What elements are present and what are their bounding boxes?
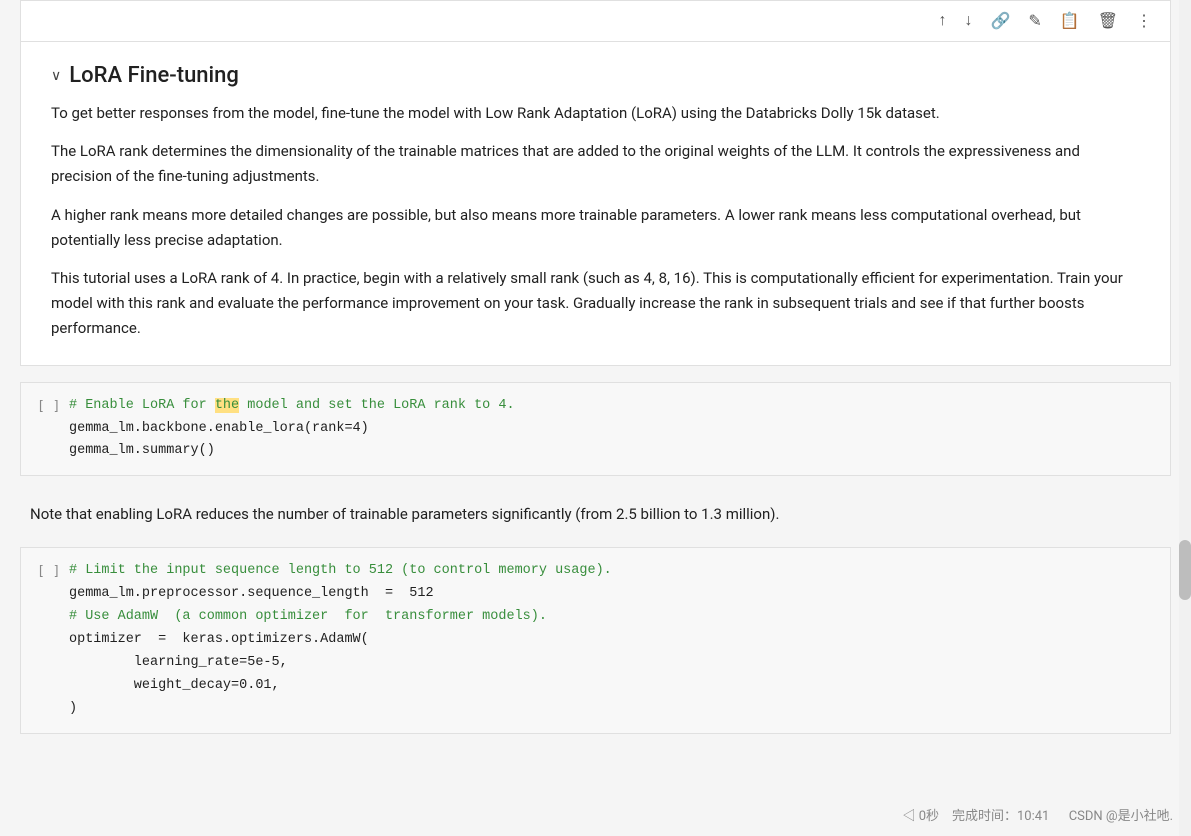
edit-button[interactable]: ✎ bbox=[1022, 7, 1047, 35]
code-line-2-4: optimizer = keras.optimizers.AdamW( bbox=[69, 629, 1154, 652]
cell-header: ∨ LoRA Fine-tuning bbox=[51, 62, 1140, 91]
section-title: LoRA Fine-tuning bbox=[69, 62, 239, 91]
cell-toolbar: ↑ ↓ 🔗 ✎ 📋 🗑 ⋮ bbox=[20, 0, 1171, 41]
code-line-2-3: # Use AdamW (a common optimizer for tran… bbox=[69, 606, 1154, 629]
footer-time-label: 完成时间：10:41 bbox=[952, 809, 1049, 824]
move-down-button[interactable]: ↓ bbox=[958, 8, 978, 34]
code-line-1-2: gemma_lm.backbone.enable_lora(rank=4) bbox=[69, 418, 1154, 441]
collapse-chevron[interactable]: ∨ bbox=[51, 65, 61, 87]
code-cell-1-inner: [ ] # Enable LoRA for the model and set … bbox=[21, 383, 1170, 476]
code-line-2-1: # Limit the input sequence length to 512… bbox=[69, 560, 1154, 583]
paragraph-2: The LoRA rank determines the dimensional… bbox=[51, 139, 1140, 189]
code-line-2-5: learning_rate=5e-5, bbox=[69, 652, 1154, 675]
code-block-2[interactable]: # Limit the input sequence length to 512… bbox=[69, 560, 1154, 721]
delete-button[interactable]: 🗑 bbox=[1092, 7, 1124, 35]
paragraph-4: This tutorial uses a LoRA rank of 4. In … bbox=[51, 266, 1140, 340]
cell-counter-2: [ ] bbox=[37, 560, 69, 583]
scrollbar-track bbox=[1179, 0, 1191, 836]
code-line-2-6: weight_decay=0.01, bbox=[69, 675, 1154, 698]
code-line-2-7: ) bbox=[69, 698, 1154, 721]
page-footer: ◁ 0秒 完成时间：10:41 CSDN @是小社吔. bbox=[903, 807, 1173, 828]
code-line-1-1: # Enable LoRA for the model and set the … bbox=[69, 395, 1154, 418]
cell-counter-1: [ ] bbox=[37, 395, 69, 418]
code-block-1[interactable]: # Enable LoRA for the model and set the … bbox=[69, 395, 1154, 464]
footer-timer: ◁ 0秒 bbox=[903, 809, 940, 824]
code-cell-2: [ ] # Limit the input sequence length to… bbox=[20, 547, 1171, 734]
markdown-cell: ∨ LoRA Fine-tuning To get better respons… bbox=[20, 41, 1171, 366]
note-paragraph: Note that enabling LoRA reduces the numb… bbox=[20, 494, 1171, 531]
paragraph-1: To get better responses from the model, … bbox=[51, 101, 1140, 126]
code-line-2-2: gemma_lm.preprocessor.sequence_length = … bbox=[69, 583, 1154, 606]
paragraph-3: A higher rank means more detailed change… bbox=[51, 203, 1140, 253]
copy-button[interactable]: 📋 bbox=[1054, 7, 1086, 35]
link-button[interactable]: 🔗 bbox=[984, 7, 1016, 35]
more-button[interactable]: ⋮ bbox=[1130, 7, 1158, 35]
scrollbar-thumb[interactable] bbox=[1179, 540, 1191, 600]
markdown-body: To get better responses from the model, … bbox=[51, 101, 1140, 341]
code-line-1-3: gemma_lm.summary() bbox=[69, 440, 1154, 463]
footer-watermark: CSDN @是小社吔. bbox=[1069, 809, 1173, 824]
code-cell-2-inner: [ ] # Limit the input sequence length to… bbox=[21, 548, 1170, 733]
code-cell-1: [ ] # Enable LoRA for the model and set … bbox=[20, 382, 1171, 477]
move-up-button[interactable]: ↑ bbox=[932, 8, 952, 34]
page-wrapper: ↑ ↓ 🔗 ✎ 📋 🗑 ⋮ ∨ LoRA Fine-tuning To get … bbox=[0, 0, 1191, 836]
